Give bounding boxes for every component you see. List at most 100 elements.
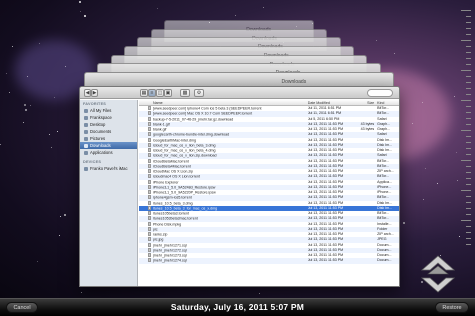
restore-button[interactable]: Restore <box>435 302 469 313</box>
file-list: Name Date Modified Size Kind [www.seedpe… <box>139 100 399 286</box>
sidebar-item-label: Frankspace <box>90 115 112 120</box>
file-icon <box>148 205 151 210</box>
timeline-tick <box>466 124 471 125</box>
file-name-text: icloud_for_mac_os_x_lion.zip.download <box>153 153 217 158</box>
arrange-button[interactable]: ▩ <box>180 89 190 97</box>
documents-icon <box>84 129 88 134</box>
sidebar-item-applications[interactable]: Applications <box>80 149 137 156</box>
star <box>50 146 52 148</box>
timeline-tick <box>466 28 471 29</box>
column-header-size[interactable]: Size <box>359 100 377 105</box>
back-button[interactable]: ◀ <box>84 89 91 97</box>
sidebar-item-label: Documents <box>90 129 112 134</box>
star <box>402 222 405 225</box>
file-name-text: itunes1053beta3mac.torrent <box>153 216 198 221</box>
sidebar-item-franko-pavel-s-imac[interactable]: Franko Pavel's iMac <box>80 165 137 172</box>
file-date-cell: Jul 13, 2011 11:53 PM <box>307 258 344 263</box>
file-icon <box>148 163 151 168</box>
sidebar-section-favorites: FAVORITES <box>83 102 107 106</box>
column-header-kind[interactable]: Kind <box>377 100 399 105</box>
file-icon <box>148 232 151 236</box>
sidebar-item-frankspace[interactable]: Frankspace <box>80 114 137 121</box>
sidebar-item-label: Pictures <box>90 136 106 141</box>
file-icon <box>148 242 151 247</box>
timeline-tick <box>466 244 471 245</box>
view-list-button[interactable]: ≡ <box>148 89 156 97</box>
sidebar-item-downloads[interactable]: Downloads <box>80 142 137 149</box>
star <box>83 14 86 17</box>
timeline-tick <box>466 88 471 89</box>
folder-icon <box>84 115 88 120</box>
pictures-icon <box>84 136 88 141</box>
star <box>453 96 455 98</box>
file-icon <box>148 216 151 221</box>
file-icon <box>148 237 151 242</box>
file-icon <box>148 169 151 173</box>
file-icon <box>148 127 151 131</box>
star <box>24 109 27 112</box>
forward-in-time-arrow-icon[interactable] <box>420 277 456 293</box>
timeline-tick <box>466 16 471 17</box>
forward-button[interactable]: ▶ <box>91 89 98 97</box>
sidebar-item-label: All My Files <box>90 108 112 113</box>
file-icon <box>148 106 151 110</box>
view-icon-button[interactable]: ▦ <box>140 89 148 97</box>
sidebar-item-desktop[interactable]: Desktop <box>80 121 137 128</box>
file-name-text: icloudmac4 OS X Lion.torrent <box>153 174 200 179</box>
sidebar-item-all-my-files[interactable]: All My Files <box>80 107 137 114</box>
file-icon <box>148 132 151 137</box>
file-name-text: iphone4gsm-ios5.torrent <box>153 195 192 200</box>
file-name-text: itunes_10.5_beta_3_for_mac_os_x.dmg <box>153 206 218 211</box>
column-header-name[interactable]: Name <box>139 100 308 105</box>
sidebar-item-label: Applications <box>90 150 113 155</box>
search-field[interactable] <box>367 89 393 97</box>
downloads-icon <box>84 143 88 148</box>
sidebar-devices-list: Franko Pavel's iMac <box>80 165 137 172</box>
star <box>412 122 414 124</box>
timeline-tick <box>466 112 471 113</box>
file-name-text: iPhone3,1_5.0_9A5220P_Restore.ipsw <box>153 190 216 195</box>
sidebar-item-documents[interactable]: Documents <box>80 128 137 135</box>
star <box>36 260 38 262</box>
sidebar-item-pictures[interactable]: Pictures <box>80 135 137 142</box>
star <box>79 0 82 3</box>
file-name-text: jmehr_jmehr1271.sql <box>153 243 187 247</box>
file-icon <box>148 253 151 257</box>
star <box>63 214 66 217</box>
column-header-date[interactable]: Date Modified <box>308 100 360 105</box>
file-icon <box>148 211 151 215</box>
sidebar-item-label: Franko Pavel's iMac <box>90 166 128 171</box>
star <box>423 198 425 200</box>
sidebar-item-label: Downloads <box>90 143 111 148</box>
view-column-button[interactable]: ◫ <box>156 89 164 97</box>
star <box>157 8 159 10</box>
file-name-text: backup-7-5-2011_07-46-29_jmehr.tar.gz.do… <box>153 117 234 121</box>
time-navigation-arrows <box>420 255 456 293</box>
timeline-tick <box>466 118 471 119</box>
star <box>60 215 62 217</box>
timeline-tick <box>466 58 471 59</box>
star <box>30 105 32 107</box>
timeline[interactable] <box>457 10 471 250</box>
action-gear-button[interactable]: ⚙ <box>194 89 204 97</box>
finder-window: ◀ ▶ ▦ ≡ ◫ ▣ ▩ ⚙ FAVORITES All My Files Fr… <box>79 86 400 287</box>
file-name-text: googlecarth-chrome-bundle-intel.dmg.down… <box>153 132 230 137</box>
file-icon <box>148 142 151 147</box>
timeline-tick <box>466 208 471 209</box>
file-name-text: iPhone Explorer <box>153 180 179 184</box>
file-icon <box>148 121 151 126</box>
back-in-time-arrow-icon[interactable] <box>420 255 456 275</box>
star <box>234 15 236 17</box>
timeline-tick <box>466 196 471 197</box>
file-row[interactable]: jmehr_jmehr1274.sql Jul 13, 2011 11:53 PM… <box>139 258 399 264</box>
file-name-text: blank-1.gif <box>153 122 170 127</box>
timeline-tick <box>466 94 471 95</box>
timeline-tick <box>466 172 471 173</box>
view-coverflow-button[interactable]: ▣ <box>164 89 172 97</box>
file-icon <box>148 158 151 163</box>
file-name-text: itunes_10.5_beta_3.dmg <box>153 201 193 205</box>
file-icon <box>148 190 151 194</box>
file-icon <box>148 148 151 152</box>
file-name-cell: jmehr_jmehr1274.sql <box>139 258 308 263</box>
timeline-tick <box>461 10 471 11</box>
